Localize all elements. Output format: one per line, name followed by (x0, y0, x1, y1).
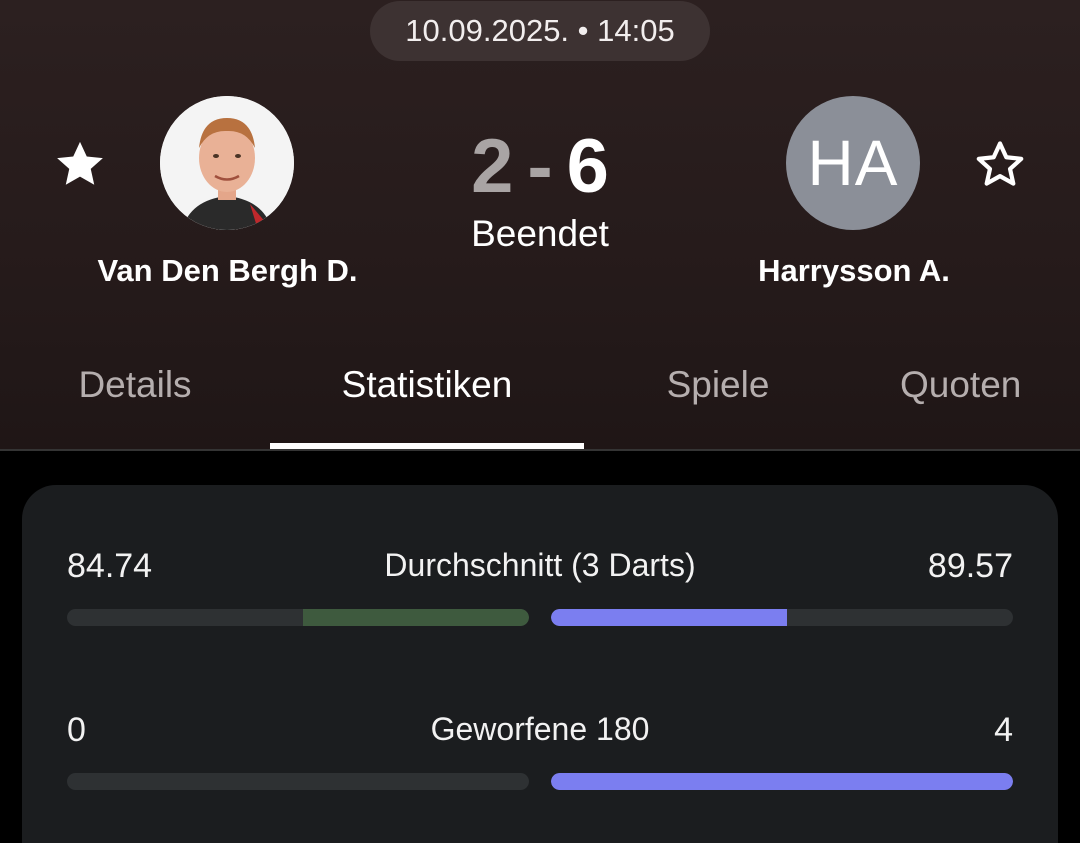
star-outline-icon (976, 141, 1024, 186)
match-score: 2 - 6 (440, 124, 640, 209)
favorite-home-button[interactable] (50, 134, 110, 194)
match-header: 10.09.2025. • 14:05 2 - 6 Beendet HA Van… (0, 0, 1080, 450)
stat-away-bar (551, 609, 1013, 626)
match-status: Beendet (471, 213, 609, 254)
header-divider (0, 449, 1080, 451)
stat-away-value: 4 (994, 711, 1013, 749)
stat-row-180s: 0 Geworfene 180 4 (22, 711, 1058, 811)
match-datetime: 10.09.2025. • 14:05 (370, 1, 710, 61)
star-filled-icon (57, 141, 103, 185)
stat-home-bar-fill (302, 609, 529, 626)
home-player-avatar[interactable] (160, 96, 294, 230)
tab-games[interactable]: Spiele (620, 360, 816, 410)
score-separator: - (527, 123, 553, 209)
stat-home-bar (67, 609, 529, 626)
stat-away-value: 89.57 (927, 547, 1013, 585)
home-score: 2 (471, 123, 514, 209)
tab-statistics[interactable]: Statistiken (270, 360, 584, 410)
away-score: 6 (566, 123, 609, 209)
stat-away-bar-fill (551, 773, 1013, 790)
home-player-name[interactable]: Van Den Bergh D. (60, 253, 395, 289)
stat-label: Durchschnitt (3 Darts) (384, 547, 696, 583)
statistics-card: 84.74 Durchschnitt (3 Darts) 89.57 0 Gew… (22, 485, 1058, 843)
stat-label: Geworfene 180 (430, 711, 650, 747)
favorite-away-button[interactable] (970, 134, 1030, 194)
tab-details[interactable]: Details (40, 360, 230, 410)
away-player-name[interactable]: Harrysson A. (704, 253, 1004, 289)
stat-row-average: 84.74 Durchschnitt (3 Darts) 89.57 (22, 547, 1058, 647)
tab-odds[interactable]: Quoten (900, 360, 1080, 410)
away-player-avatar[interactable]: HA (786, 96, 920, 230)
stat-away-bar (551, 773, 1013, 790)
stat-home-bar (67, 773, 529, 790)
player-photo-icon (160, 96, 294, 230)
stat-home-value: 84.74 (67, 547, 153, 585)
stat-home-value: 0 (67, 711, 86, 749)
stat-away-bar-fill (551, 609, 787, 626)
